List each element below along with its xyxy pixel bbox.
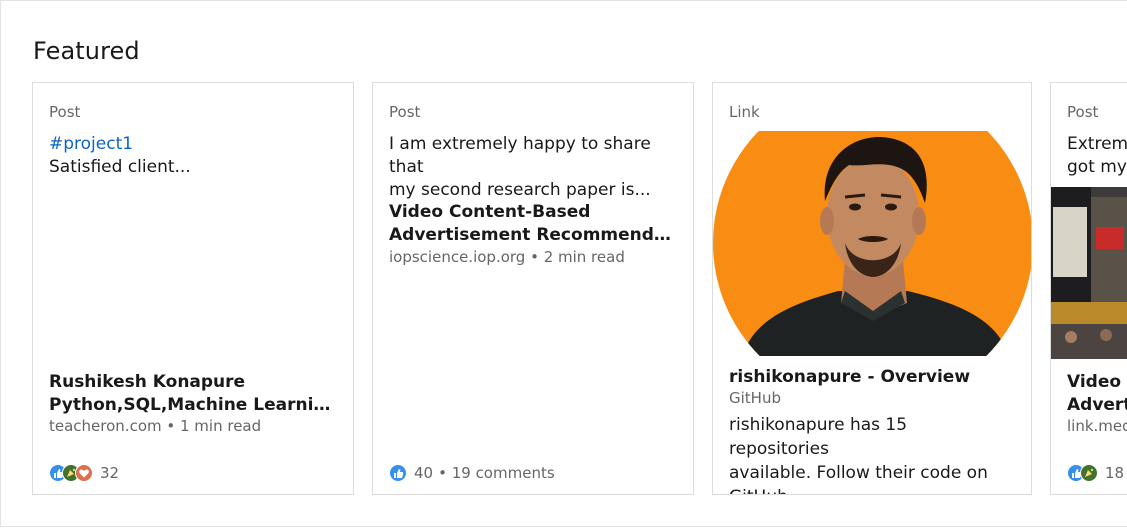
article-meta: link.med xyxy=(1067,417,1127,435)
link-description-line: available. Follow their code on xyxy=(729,463,988,483)
featured-card-link-github[interactable]: Link rishikonapure - Overview GitHub ris… xyxy=(712,82,1032,495)
post-text: I am extremely happy to share that my se… xyxy=(389,133,679,202)
article-title-line: Advert xyxy=(1067,395,1127,415)
hashtag-link[interactable]: #project1 xyxy=(49,133,339,156)
post-image xyxy=(1051,187,1127,359)
reactions-summary[interactable]: 32 xyxy=(49,463,119,483)
love-reaction-icon xyxy=(75,464,93,482)
post-text-line: Extrem xyxy=(1067,134,1127,154)
featured-card-post-research-paper[interactable]: Post I am extremely happy to share that … xyxy=(372,82,694,495)
post-text: #project1 Satisfied client... xyxy=(49,133,339,179)
reactions-count: 18 xyxy=(1105,464,1125,482)
article-title[interactable]: Video Content-Based Advertisement Recomm… xyxy=(389,201,679,247)
post-text-line: Satisfied client... xyxy=(49,157,191,177)
section-title: Featured xyxy=(33,37,140,65)
post-text-line: got my xyxy=(1067,157,1127,177)
article-title-line: Advertisement Recommendatio... xyxy=(389,225,679,245)
card-type-label: Post xyxy=(389,103,421,121)
article-title-line: Python,SQL,Machine Learning... xyxy=(49,395,339,415)
reactions-summary[interactable]: 18 xyxy=(1067,463,1124,483)
post-text: Extrem got my xyxy=(1067,133,1127,179)
article-meta: iopscience.iop.org • 2 min read xyxy=(389,248,625,266)
post-text-line: my second research paper is... xyxy=(389,180,651,200)
reactions-summary[interactable]: 40 • 19 comments xyxy=(389,463,555,483)
card-type-label: Post xyxy=(1067,103,1099,121)
card-type-label: Link xyxy=(729,103,760,121)
like-reaction-icon xyxy=(389,464,407,482)
article-title-line: Video C xyxy=(1067,372,1127,392)
featured-card-post-partial[interactable]: Post Extrem got my Video C Ad xyxy=(1050,82,1127,495)
article-title-line: Video Content-Based xyxy=(389,202,591,222)
reactions-count: 32 xyxy=(100,464,120,482)
card-type-label: Post xyxy=(49,103,81,121)
post-text-line: I am extremely happy to share that xyxy=(389,134,651,177)
article-title-line: Rushikesh Konapure xyxy=(49,372,246,392)
featured-section: Featured Post #project1 Satisfied client… xyxy=(0,0,1127,527)
link-description-line: GitHub. xyxy=(729,485,1011,494)
comments-count[interactable]: • 19 comments xyxy=(438,464,555,482)
link-title[interactable]: rishikonapure - Overview xyxy=(729,367,1017,387)
celebrate-reaction-icon xyxy=(1080,464,1098,482)
article-title[interactable]: Video C Advert xyxy=(1067,371,1127,417)
article-meta: teacheron.com • 1 min read xyxy=(49,417,262,435)
link-source: GitHub xyxy=(729,389,781,407)
link-description: rishikonapure has 15 repositories availa… xyxy=(729,413,1011,494)
reactions-count: 40 xyxy=(414,464,434,482)
profile-photo xyxy=(713,131,1031,356)
link-description-line: rishikonapure has 15 repositories xyxy=(729,415,908,459)
featured-card-post-project1[interactable]: Post #project1 Satisfied client... Rushi… xyxy=(32,82,354,495)
article-title[interactable]: Rushikesh Konapure Python,SQL,Machine Le… xyxy=(49,371,339,417)
